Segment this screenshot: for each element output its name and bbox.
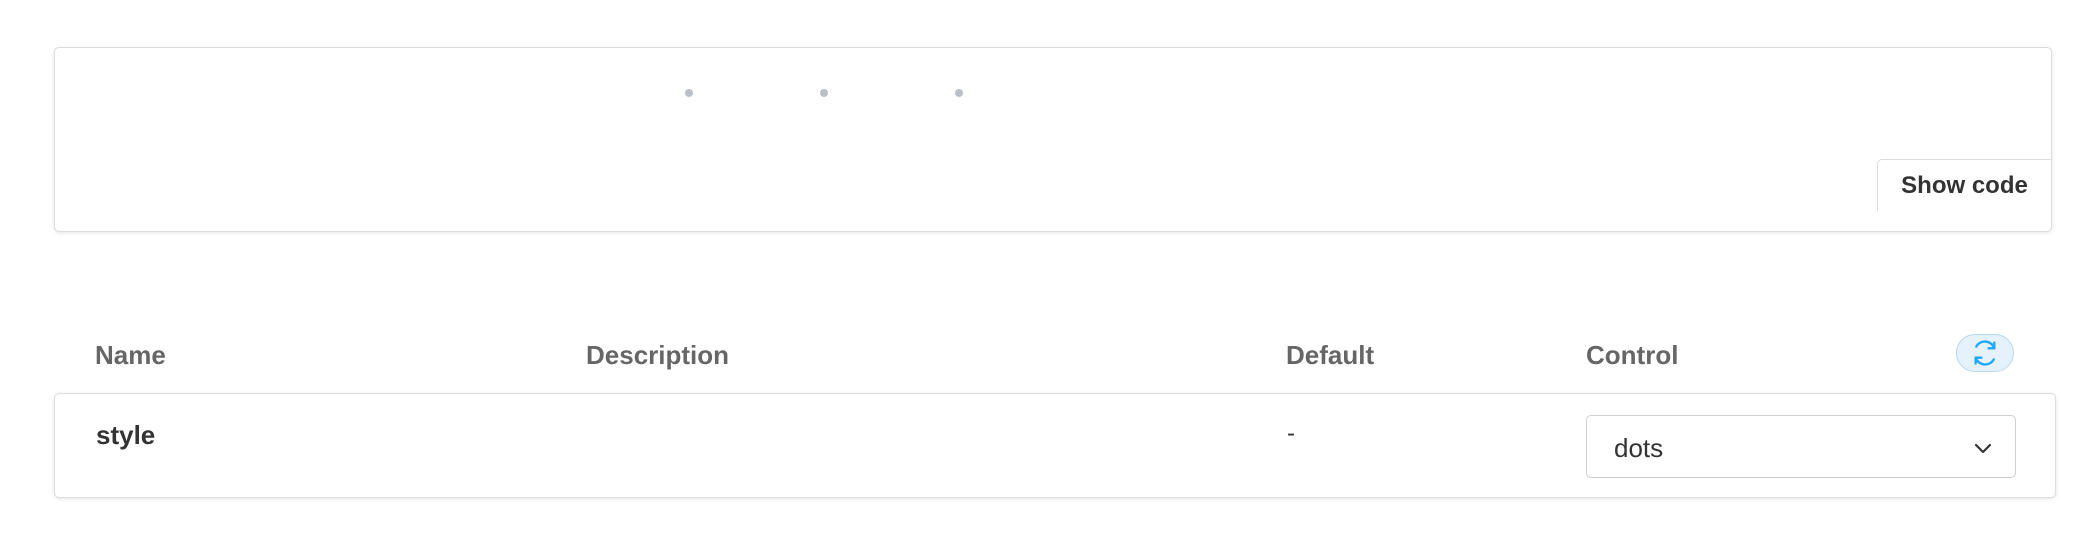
- args-table-body: style - dots: [54, 393, 2056, 498]
- header-control: Control: [1586, 340, 1679, 370]
- loading-dot: [955, 89, 963, 97]
- story-preview-panel: Show code: [54, 47, 2052, 232]
- show-code-button[interactable]: Show code: [1877, 159, 2051, 211]
- loading-dot: [820, 89, 828, 97]
- chevron-down-icon: [1974, 443, 1992, 454]
- refresh-icon: [1974, 340, 1996, 366]
- reset-controls-button[interactable]: [1956, 334, 2014, 372]
- select-value: dots: [1614, 433, 1664, 463]
- style-select[interactable]: dots: [1586, 415, 2016, 478]
- loading-dot: [685, 89, 693, 97]
- args-table-header: Name Description Default Control: [54, 330, 2056, 380]
- header-name: Name: [95, 340, 166, 370]
- header-default: Default: [1286, 340, 1375, 370]
- arg-default: -: [1287, 420, 1295, 447]
- header-description: Description: [586, 340, 730, 370]
- arg-name: style: [96, 420, 156, 450]
